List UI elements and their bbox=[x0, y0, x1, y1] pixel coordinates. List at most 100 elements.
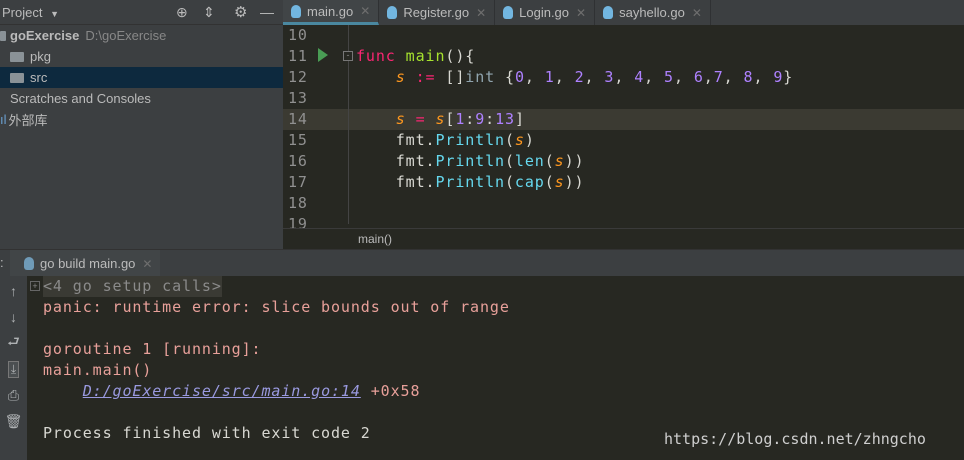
collapse-all-icon[interactable]: ⇕ bbox=[203, 4, 215, 21]
gear-icon[interactable]: ⚙ bbox=[234, 3, 247, 21]
tab-login-go[interactable]: Login.go ✕ bbox=[495, 0, 596, 25]
library-label: 外部库 bbox=[8, 113, 48, 128]
tree-item-scratches[interactable]: Scratches and Consoles bbox=[0, 88, 283, 109]
code-text: fmt.Println(s) bbox=[356, 130, 535, 151]
code-token: )) bbox=[564, 173, 585, 191]
tab-label: Register.go bbox=[403, 5, 470, 20]
tree-item-external-libraries[interactable]: ıl 外部库 bbox=[0, 109, 283, 130]
code-text: s := []int {0, 1, 2, 3, 4, 5, 6,7, 8, 9} bbox=[356, 67, 793, 88]
line-number: 17 bbox=[288, 173, 308, 191]
line-number: 10 bbox=[288, 26, 308, 44]
code-token: Println bbox=[435, 131, 505, 149]
code-token: 2 bbox=[574, 68, 585, 86]
code-token: := bbox=[415, 68, 436, 86]
code-line[interactable]: 18 bbox=[283, 193, 964, 214]
up-arrow-icon[interactable]: ↑ bbox=[0, 278, 27, 304]
console-toolbar: ↑ ↓ ⮐ ⤓ ⎙ 🗑 bbox=[0, 276, 27, 460]
fold-icon[interactable]: - bbox=[343, 51, 353, 61]
code-token: s bbox=[435, 110, 446, 128]
code-line[interactable]: 12 s := []int {0, 1, 2, 3, 4, 5, 6,7, 8,… bbox=[283, 67, 964, 88]
close-icon[interactable]: ✕ bbox=[360, 4, 370, 18]
code-line[interactable]: 16 fmt.Println(len(s)) bbox=[283, 151, 964, 172]
folder-label: pkg bbox=[30, 49, 51, 64]
tree-item-goexercise[interactable]: goExercise D:\goExercise bbox=[0, 25, 283, 46]
close-icon[interactable]: ✕ bbox=[142, 257, 152, 271]
code-token: , bbox=[723, 68, 744, 86]
offset: +0x58 bbox=[360, 382, 421, 400]
module-icon bbox=[0, 30, 6, 41]
gopher-icon bbox=[387, 6, 398, 19]
down-arrow-icon[interactable]: ↓ bbox=[0, 304, 27, 330]
code-token: ] bbox=[514, 110, 525, 128]
close-icon[interactable]: ✕ bbox=[476, 6, 486, 20]
breadcrumb-item[interactable]: main() bbox=[358, 232, 392, 246]
project-view-dropdown[interactable]: Project ▼ bbox=[2, 5, 59, 20]
folder-icon bbox=[10, 72, 24, 83]
code-token: , bbox=[584, 68, 605, 86]
line-number: 16 bbox=[288, 152, 308, 170]
code-line[interactable]: 13 bbox=[283, 88, 964, 109]
minimize-icon[interactable]: — bbox=[260, 4, 274, 20]
trash-icon[interactable]: 🗑 bbox=[0, 408, 27, 434]
soft-wrap-icon[interactable]: ⮐ bbox=[0, 330, 27, 356]
setup-calls-fold[interactable]: <4 go setup calls> bbox=[43, 276, 222, 297]
code-token: )) bbox=[564, 152, 585, 170]
code-editor[interactable]: 10 11 func main(){12 s := []int {0, 1, 2, … bbox=[283, 25, 964, 228]
code-token: s bbox=[514, 131, 525, 149]
code-token: [] bbox=[435, 68, 466, 86]
code-token: fmt. bbox=[356, 173, 436, 191]
run-gutter-icon[interactable] bbox=[318, 48, 328, 62]
code-token: 8 bbox=[743, 68, 754, 86]
tab-sayhello-go[interactable]: sayhello.go ✕ bbox=[595, 0, 711, 25]
close-icon[interactable]: ✕ bbox=[692, 6, 702, 20]
code-token: 13 bbox=[495, 110, 515, 128]
code-line[interactable]: 10 bbox=[283, 25, 964, 46]
tab-main-go[interactable]: main.go ✕ bbox=[283, 0, 380, 25]
print-icon[interactable]: ⎙ bbox=[0, 382, 27, 408]
code-token: = bbox=[415, 110, 426, 128]
tab-go-build[interactable]: go build main.go ✕ bbox=[10, 250, 161, 277]
code-token: ( bbox=[544, 173, 555, 191]
run-label-colon: : bbox=[0, 255, 4, 270]
code-token: 9 bbox=[773, 68, 784, 86]
code-line[interactable]: 14 s = s[1:9:13] bbox=[283, 109, 964, 130]
tab-label: Login.go bbox=[519, 5, 570, 20]
source-link[interactable]: D:/goExercise/src/main.go:14 bbox=[83, 382, 361, 400]
code-token: ( bbox=[504, 152, 515, 170]
expand-icon[interactable]: + bbox=[30, 281, 40, 291]
folder-icon bbox=[10, 51, 24, 62]
code-token: s bbox=[554, 152, 565, 170]
tree-item-pkg[interactable]: pkg bbox=[0, 46, 283, 67]
code-token: [ bbox=[445, 110, 456, 128]
line-number: 11 bbox=[288, 47, 308, 65]
code-token: fmt. bbox=[356, 131, 436, 149]
code-line[interactable]: 17 fmt.Println(cap(s)) bbox=[283, 172, 964, 193]
tab-register-go[interactable]: Register.go ✕ bbox=[379, 0, 496, 25]
scroll-to-end-icon[interactable]: ⤓ bbox=[0, 356, 27, 382]
code-token: } bbox=[783, 68, 794, 86]
close-icon[interactable]: ✕ bbox=[576, 6, 586, 20]
line-number: 13 bbox=[288, 89, 308, 107]
line-number: 14 bbox=[288, 110, 308, 128]
code-token: s bbox=[554, 173, 565, 191]
scratches-label: Scratches and Consoles bbox=[10, 91, 151, 106]
code-token: , bbox=[644, 68, 665, 86]
code-token: , bbox=[673, 68, 694, 86]
code-token: ) bbox=[524, 131, 535, 149]
code-line[interactable]: 15 fmt.Println(s) bbox=[283, 130, 964, 151]
code-token: ( bbox=[504, 173, 515, 191]
gopher-icon bbox=[291, 4, 301, 18]
gopher-icon bbox=[24, 257, 34, 270]
code-line[interactable]: 19 bbox=[283, 214, 964, 228]
code-token: 6 bbox=[693, 68, 704, 86]
code-token: 3 bbox=[604, 68, 615, 86]
frame-line: main.main() bbox=[43, 361, 153, 379]
code-line[interactable]: 11 func main(){ bbox=[283, 46, 964, 67]
code-token: { bbox=[495, 68, 515, 86]
locate-icon[interactable]: ⊕ bbox=[176, 4, 188, 21]
tree-item-src[interactable]: src bbox=[0, 67, 283, 88]
